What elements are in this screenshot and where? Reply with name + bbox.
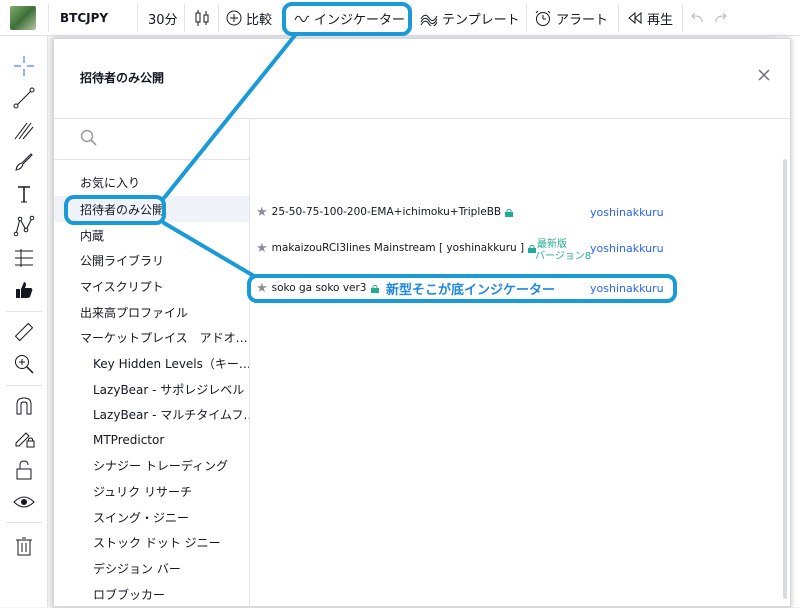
callout-lines (162, 32, 298, 278)
